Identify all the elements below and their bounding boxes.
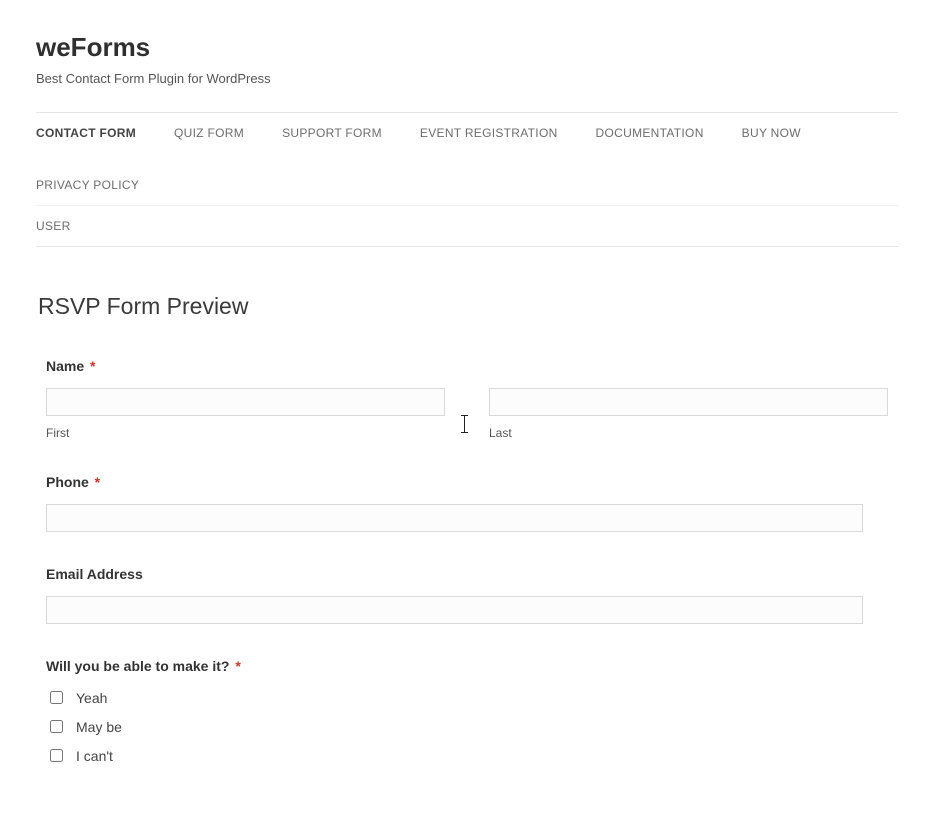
attend-option-label: I can't xyxy=(76,748,113,764)
nav-item-buy-now[interactable]: BUY NOW xyxy=(742,126,801,140)
required-marker: * xyxy=(90,358,95,374)
primary-nav: CONTACT FORM QUIZ FORM SUPPORT FORM EVEN… xyxy=(36,112,898,247)
attend-option-icant[interactable]: I can't xyxy=(46,746,888,765)
page-title: RSVP Form Preview xyxy=(38,293,898,320)
nav-item-user[interactable]: USER xyxy=(36,219,71,233)
site-title: weForms xyxy=(36,32,898,63)
phone-label-text: Phone xyxy=(46,474,89,490)
email-input[interactable] xyxy=(46,596,863,624)
attend-option-label: Yeah xyxy=(76,690,107,706)
rsvp-form: Name * First Last Phone * Em xyxy=(36,358,898,765)
attend-checkbox-icant[interactable] xyxy=(50,749,63,762)
attend-checkbox-maybe[interactable] xyxy=(50,720,63,733)
last-name-sublabel: Last xyxy=(489,426,888,440)
attend-label-text: Will you be able to make it? xyxy=(46,658,229,674)
name-label-text: Name xyxy=(46,358,84,374)
name-label: Name * xyxy=(46,358,888,374)
name-field: Name * First Last xyxy=(46,358,888,440)
attend-option-maybe[interactable]: May be xyxy=(46,717,888,736)
attend-label: Will you be able to make it? * xyxy=(46,658,888,674)
nav-item-documentation[interactable]: DOCUMENTATION xyxy=(596,126,704,140)
email-label: Email Address xyxy=(46,566,888,582)
required-marker: * xyxy=(235,658,240,674)
nav-item-event-registration[interactable]: EVENT REGISTRATION xyxy=(420,126,558,140)
nav-item-quiz-form[interactable]: QUIZ FORM xyxy=(174,126,244,140)
phone-field: Phone * xyxy=(46,474,888,532)
phone-input[interactable] xyxy=(46,504,863,532)
text-cursor-icon xyxy=(464,416,465,432)
last-name-input[interactable] xyxy=(489,388,888,416)
required-marker: * xyxy=(95,474,100,490)
nav-item-privacy-policy[interactable]: PRIVACY POLICY xyxy=(36,178,139,192)
first-name-input[interactable] xyxy=(46,388,445,416)
attend-option-yeah[interactable]: Yeah xyxy=(46,688,888,707)
email-field: Email Address xyxy=(46,566,888,624)
nav-item-contact-form[interactable]: CONTACT FORM xyxy=(36,126,136,140)
site-tagline: Best Contact Form Plugin for WordPress xyxy=(36,71,898,86)
nav-item-support-form[interactable]: SUPPORT FORM xyxy=(282,126,382,140)
attend-field: Will you be able to make it? * Yeah May … xyxy=(46,658,888,765)
attend-checkbox-yeah[interactable] xyxy=(50,691,63,704)
first-name-sublabel: First xyxy=(46,426,445,440)
phone-label: Phone * xyxy=(46,474,888,490)
attend-option-label: May be xyxy=(76,719,122,735)
